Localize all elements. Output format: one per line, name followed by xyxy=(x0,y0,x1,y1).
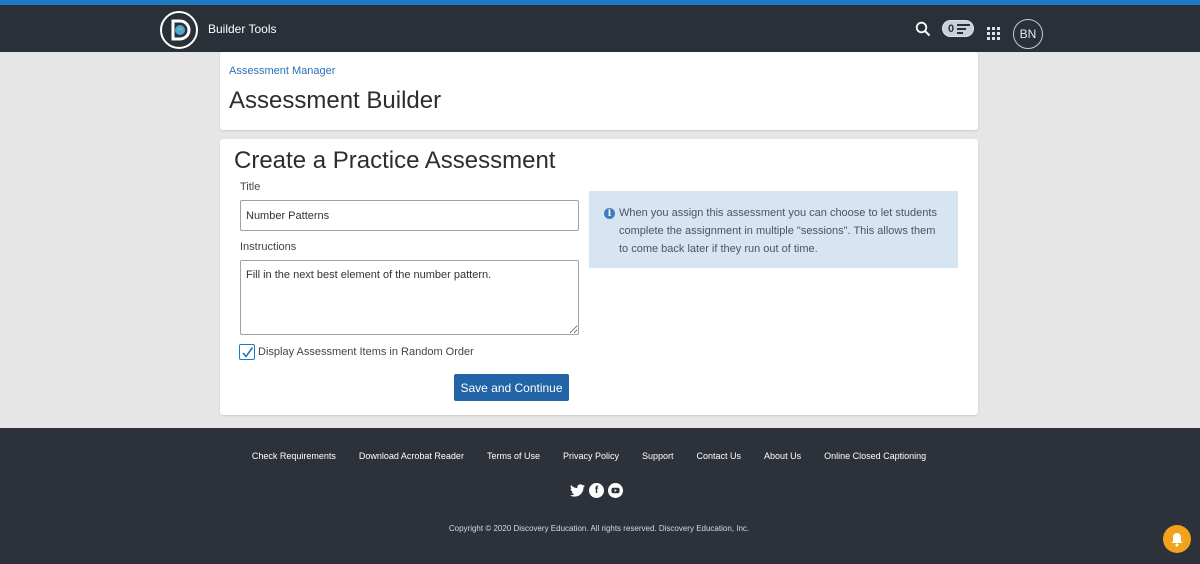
footer-link-closed-captioning[interactable]: Online Closed Captioning xyxy=(824,451,926,461)
info-icon: i xyxy=(604,208,615,219)
title-label: Title xyxy=(240,181,261,193)
twitter-icon[interactable] xyxy=(570,483,585,498)
footer-link-contact-us[interactable]: Contact Us xyxy=(697,451,742,461)
footer-link-about-us[interactable]: About Us xyxy=(764,451,801,461)
breadcrumb-assessment-manager[interactable]: Assessment Manager xyxy=(229,65,335,77)
user-avatar[interactable]: BN xyxy=(1013,19,1043,49)
footer-links: Check Requirements Download Acrobat Read… xyxy=(0,451,1178,461)
youtube-icon[interactable] xyxy=(608,483,623,498)
instructions-label: Instructions xyxy=(240,241,297,253)
page-header-card: Assessment Manager Assessment Builder xyxy=(220,52,978,130)
assessment-form-card: Create a Practice Assessment Title Instr… xyxy=(220,139,978,415)
footer-link-check-requirements[interactable]: Check Requirements xyxy=(252,451,336,461)
footer-link-download-acrobat-reader[interactable]: Download Acrobat Reader xyxy=(359,451,464,461)
notification-count: 0 xyxy=(948,22,955,35)
app-name[interactable]: Builder Tools xyxy=(208,22,276,36)
footer-link-terms-of-use[interactable]: Terms of Use xyxy=(487,451,540,461)
save-and-continue-button[interactable]: Save and Continue xyxy=(454,374,569,401)
bell-icon xyxy=(1171,532,1183,546)
notification-bell-button[interactable] xyxy=(1163,525,1191,553)
discovery-education-logo[interactable] xyxy=(160,11,198,49)
page-title: Assessment Builder xyxy=(229,87,442,114)
title-input[interactable] xyxy=(240,200,579,231)
footer-link-support[interactable]: Support xyxy=(642,451,674,461)
sessions-info-box: i When you assign this assessment you ca… xyxy=(589,191,958,268)
list-icon xyxy=(957,22,971,36)
facebook-icon[interactable]: f xyxy=(589,483,604,498)
footer: Check Requirements Download Acrobat Read… xyxy=(0,428,1200,564)
form-title: Create a Practice Assessment xyxy=(234,147,556,174)
checkmark-icon xyxy=(241,346,253,358)
copyright-text: Copyright © 2020 Discovery Education. Al… xyxy=(448,524,750,533)
instructions-textarea[interactable]: Fill in the next best element of the num… xyxy=(240,260,579,335)
social-links: f xyxy=(570,483,623,498)
top-navigation-bar: Builder Tools 0 BN xyxy=(0,0,1200,52)
random-order-label[interactable]: Display Assessment Items in Random Order xyxy=(258,346,474,358)
apps-grid-icon[interactable] xyxy=(987,27,1000,40)
footer-link-privacy-policy[interactable]: Privacy Policy xyxy=(563,451,619,461)
notifications-button[interactable]: 0 xyxy=(942,20,974,37)
search-icon[interactable] xyxy=(915,21,931,37)
random-order-checkbox[interactable] xyxy=(239,344,255,360)
sessions-info-text: When you assign this assessment you can … xyxy=(619,207,937,255)
